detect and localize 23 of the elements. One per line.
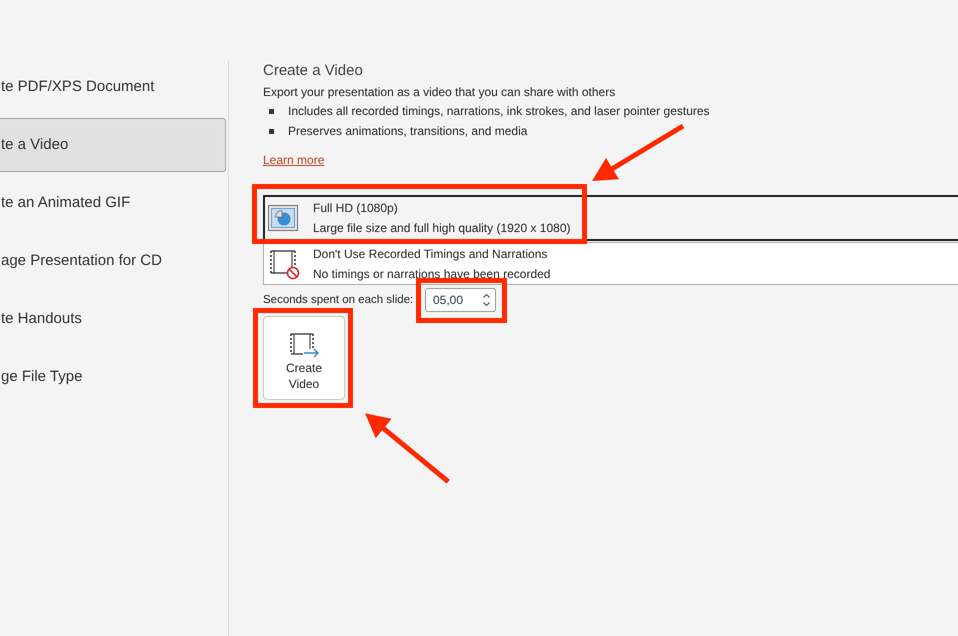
bullet-text: Includes all recorded timings, narrations, ink strokes, and laser pointer gestures — [288, 103, 710, 119]
sidebar-item[interactable]: te a Video — [0, 118, 226, 172]
option-dropdown[interactable]: Don't Use Recorded Timings and Narrations No timings or narrations have been recorded — [263, 242, 958, 285]
chevron-up-icon[interactable] — [483, 294, 490, 298]
number-spinner[interactable]: 05,00 — [425, 288, 496, 312]
sidebar-item[interactable]: ge File Type — [0, 350, 226, 404]
bullet-icon — [269, 128, 274, 134]
learn-more-link[interactable]: Learn more — [263, 152, 324, 168]
panel-title: Create a Video — [263, 61, 363, 81]
create-video-button[interactable]: Create Video — [263, 316, 345, 400]
option-dropdown[interactable]: Full HD (1080p) Large file size and full high quality (1920 x 1080) — [263, 195, 958, 241]
bullet-icon — [269, 108, 274, 114]
chart-slide-icon — [268, 205, 298, 231]
description-text: Export your presentation as a video that you can share with others — [263, 84, 616, 100]
sidebar-item[interactable]: age Presentation for CD — [0, 234, 226, 288]
sidebar-item[interactable]: te Handouts — [0, 292, 226, 346]
film-no-sign-icon — [268, 248, 300, 280]
sidebar-item[interactable]: te PDF/XPS Document — [0, 60, 226, 114]
film-arrow-icon — [288, 332, 320, 358]
field-label: Seconds spent on each slide: — [263, 293, 414, 308]
chevron-down-icon[interactable] — [483, 302, 490, 306]
sidebar-item[interactable]: te an Animated GIF — [0, 176, 226, 230]
bullet-text: Preserves animations, transitions, and media — [288, 123, 528, 139]
